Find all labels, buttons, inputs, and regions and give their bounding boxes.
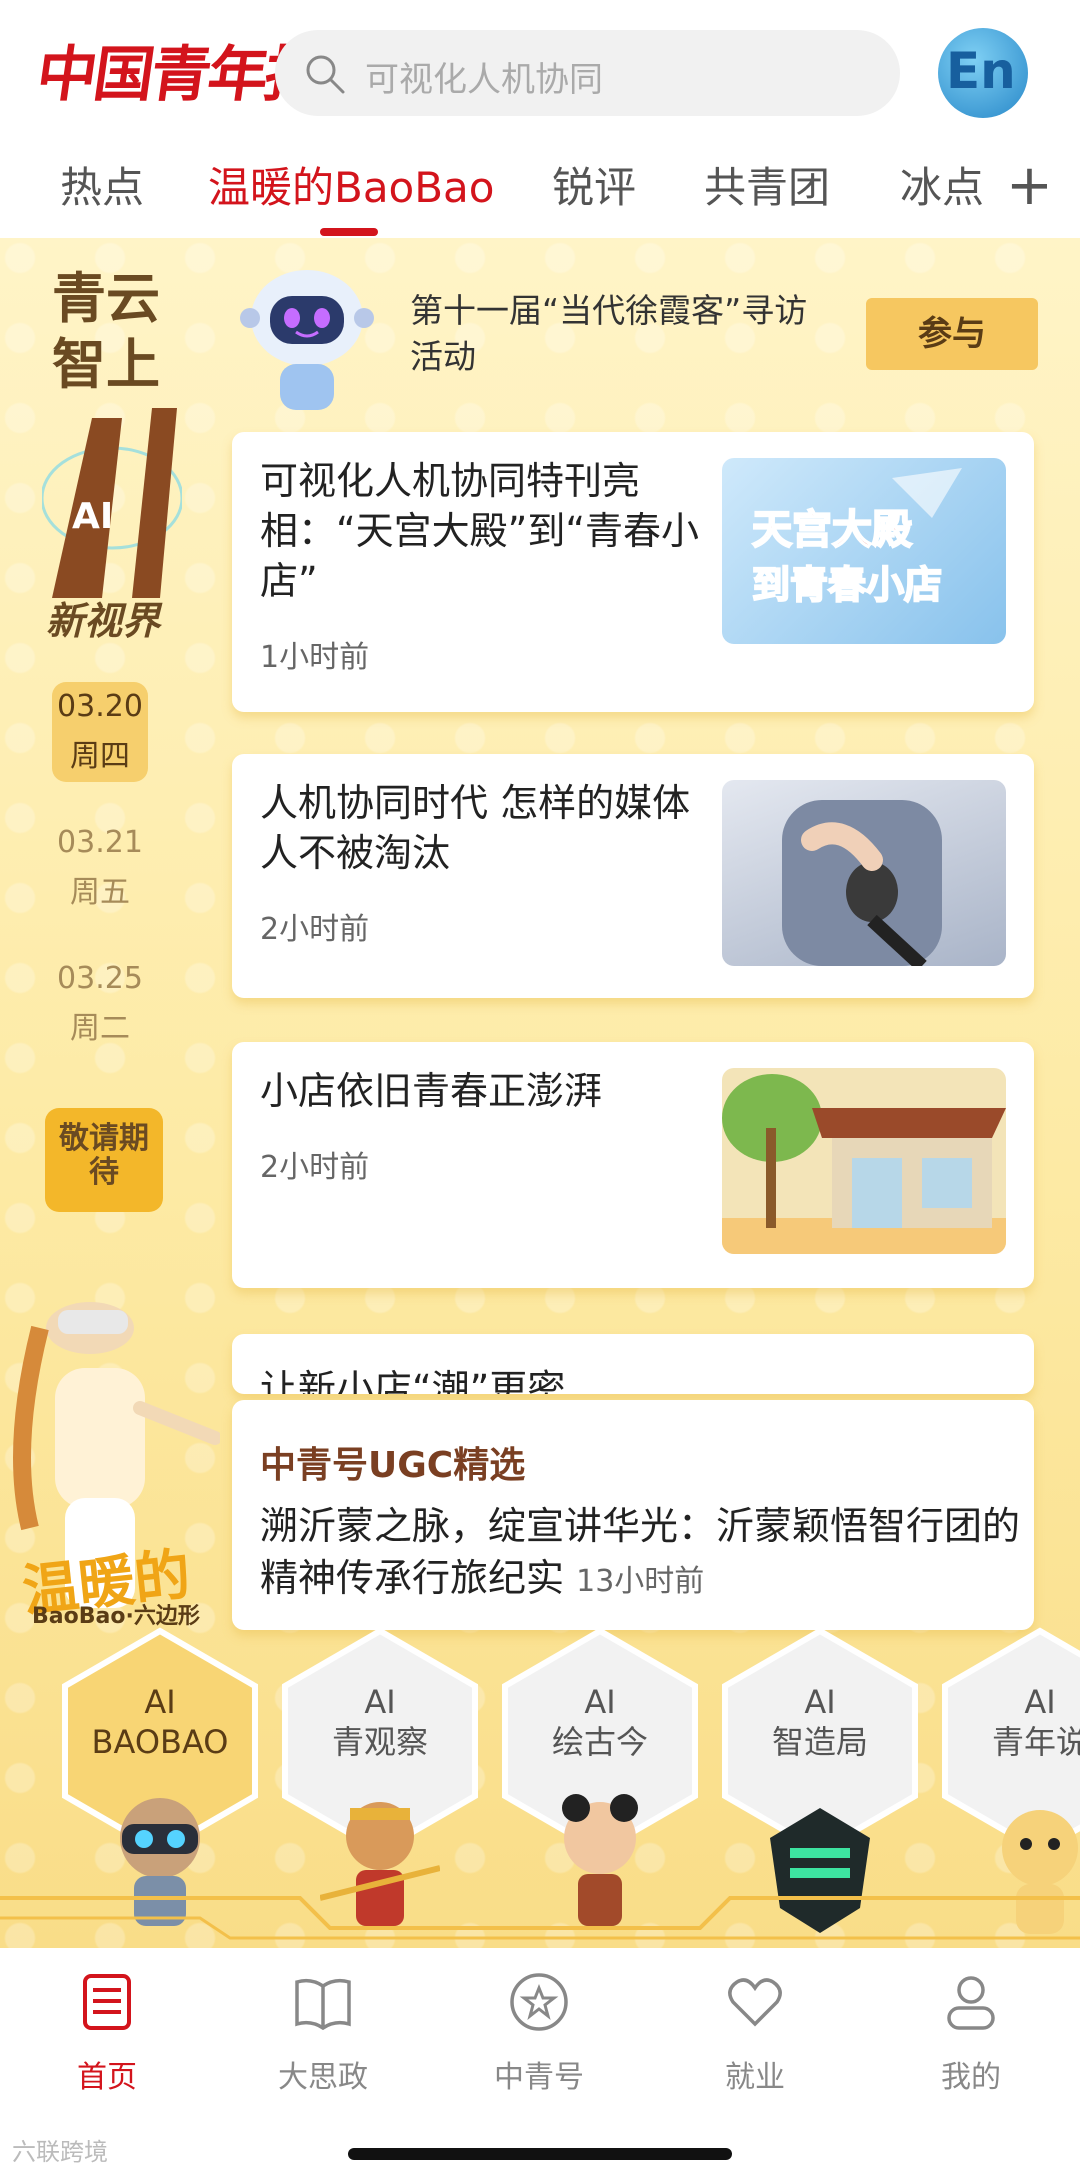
hex-label: AI 青观察 <box>331 1683 428 1761</box>
event-text[interactable]: 第十一届“当代徐霞客”寻访活动 <box>410 288 840 380</box>
tab-commentary[interactable]: 锐评 <box>552 154 636 215</box>
news-thumbnail: 天宫大殿 到青春小店 <box>722 458 1006 644</box>
news-card[interactable]: 小店依旧青春正澎湃 2小时前 <box>232 1042 1034 1288</box>
watermark: 六联跨境 <box>12 2138 108 2166</box>
ugc-time: 13小时前 <box>576 1564 705 1599</box>
svg-text:到青春小店: 到青春小店 <box>752 563 942 607</box>
news-thumbnail <box>722 780 1006 966</box>
hex-label: AI 绘古今 <box>551 1683 648 1761</box>
svg-text:天宫大殿: 天宫大殿 <box>752 507 912 553</box>
shop-illustration-image <box>722 1074 1006 1254</box>
weekday-label: 周五 <box>70 875 130 910</box>
robot-mascot-icon <box>240 270 374 410</box>
date-item[interactable]: 03.21 周五 <box>52 818 148 918</box>
tab-hot[interactable]: 热点 <box>60 154 144 215</box>
nav-me[interactable]: 我的 <box>896 1970 1046 2096</box>
ai-mark: AI <box>72 496 113 537</box>
promo-title-line1: 青云 <box>52 267 160 330</box>
microphone-photo-image <box>782 800 942 966</box>
left-promo-column: 青云 智上 AI 新视界 03.20 周四 03.21 周五 03.25 周二 … <box>0 238 220 1698</box>
nav-jobs[interactable]: 就业 <box>680 1970 830 2096</box>
weekday-label: 周四 <box>70 739 130 774</box>
ugc-text: 溯沂蒙之脉，绽宣讲华光：沂蒙颖悟智行团的精神传承行旅纪实 13小时前 <box>260 1500 1020 1608</box>
add-channel-icon[interactable]: + <box>1006 158 1053 214</box>
date-item-active[interactable]: 03.20 周四 <box>52 682 148 782</box>
user-icon <box>947 1976 995 2030</box>
nav-zqh[interactable]: 中青号 <box>464 1970 614 2096</box>
nav-label: 大思政 <box>278 2060 368 2095</box>
language-label: En <box>946 42 1016 100</box>
ai-logo-icon: AI <box>42 408 182 598</box>
coming-soon-badge[interactable]: 敬请期待 <box>45 1108 163 1212</box>
news-title: 让新小店“潮”更密 <box>260 1367 566 1394</box>
hex-label: AI 青年说 <box>991 1683 1080 1761</box>
hex-label: AI BAOBAO <box>91 1683 229 1761</box>
nav-label: 我的 <box>941 2060 1001 2095</box>
active-tab-indicator <box>320 228 378 236</box>
news-card-partial[interactable]: 让新小店“潮”更密 <box>232 1334 1034 1394</box>
promo-title: 青云 智上 <box>52 266 160 398</box>
nav-label: 首页 <box>77 2060 137 2095</box>
channel-tabs: 热点 温暖的BaoBao 锐评 共青团 冰点 <box>0 150 1080 238</box>
news-time: 2小时前 <box>260 1150 370 1185</box>
search-icon <box>306 55 345 94</box>
heart-icon <box>728 1978 782 2027</box>
weekday-label: 周二 <box>70 1011 130 1046</box>
nav-ideology[interactable]: 大思政 <box>248 1970 398 2096</box>
tab-youth-league[interactable]: 共青团 <box>704 154 830 215</box>
search-placeholder: 可视化人机协同 <box>365 60 603 100</box>
app-header: 中国青年报 可视化人机协同 En 热点 温暖的BaoBao 锐评 共青团 冰点 … <box>0 0 1080 238</box>
join-button[interactable]: 参与 <box>866 298 1038 370</box>
star-icon <box>510 1973 568 2031</box>
content-area: 青云 智上 AI 新视界 03.20 周四 03.21 周五 03.25 周二 … <box>0 238 1080 1948</box>
news-time: 2小时前 <box>260 912 370 947</box>
tab-freezing-point[interactable]: 冰点 <box>900 154 984 215</box>
date-item[interactable]: 03.25 周二 <box>52 954 148 1054</box>
date-label: 03.20 <box>57 689 143 724</box>
book-icon <box>295 1978 351 2031</box>
news-title: 小店依旧青春正澎湃 <box>260 1069 603 1113</box>
news-card[interactable]: 人机协同时代 怎样的媒体人不被淘汰 2小时前 <box>232 754 1034 998</box>
date-label: 03.25 <box>57 961 143 996</box>
date-label: 03.21 <box>57 825 143 860</box>
nav-label: 中青号 <box>494 2060 584 2095</box>
ugc-featured-card[interactable]: 中青号UGC精选 溯沂蒙之脉，绽宣讲华光：沂蒙颖悟智行团的精神传承行旅纪实 13… <box>232 1400 1034 1630</box>
news-icon <box>83 1974 131 2030</box>
news-card[interactable]: 可视化人机协同特刊亮相：“天宫大殿”到“青春小店” 1小时前 天宫大殿 到青春小… <box>232 432 1034 712</box>
news-thumbnail <box>722 1068 1006 1254</box>
news-title: 可视化人机协同特刊亮相：“天宫大殿”到“青春小店” <box>260 459 700 603</box>
nav-home[interactable]: 首页 <box>32 1970 182 2096</box>
nav-label: 就业 <box>725 2060 785 2095</box>
search-bar[interactable]: 可视化人机协同 <box>275 30 900 116</box>
bottom-navigation: 首页 大思政 中青号 就业 我的 <box>0 1948 1080 2166</box>
language-switch-button[interactable]: En <box>938 28 1028 118</box>
news-title: 人机协同时代 怎样的媒体人不被淘汰 <box>260 781 691 875</box>
circuit-decoration <box>0 1896 1080 1940</box>
tab-baobao[interactable]: 温暖的BaoBao <box>208 154 495 215</box>
ugc-heading: 中青号UGC精选 <box>260 1445 526 1486</box>
hex-label: AI 智造局 <box>771 1683 868 1761</box>
news-time: 1小时前 <box>260 640 370 675</box>
tiangong-poster-image: 天宫大殿 到青春小店 <box>751 468 962 608</box>
promo-subtitle: 新视界 <box>46 599 161 643</box>
home-indicator[interactable] <box>348 2148 732 2160</box>
